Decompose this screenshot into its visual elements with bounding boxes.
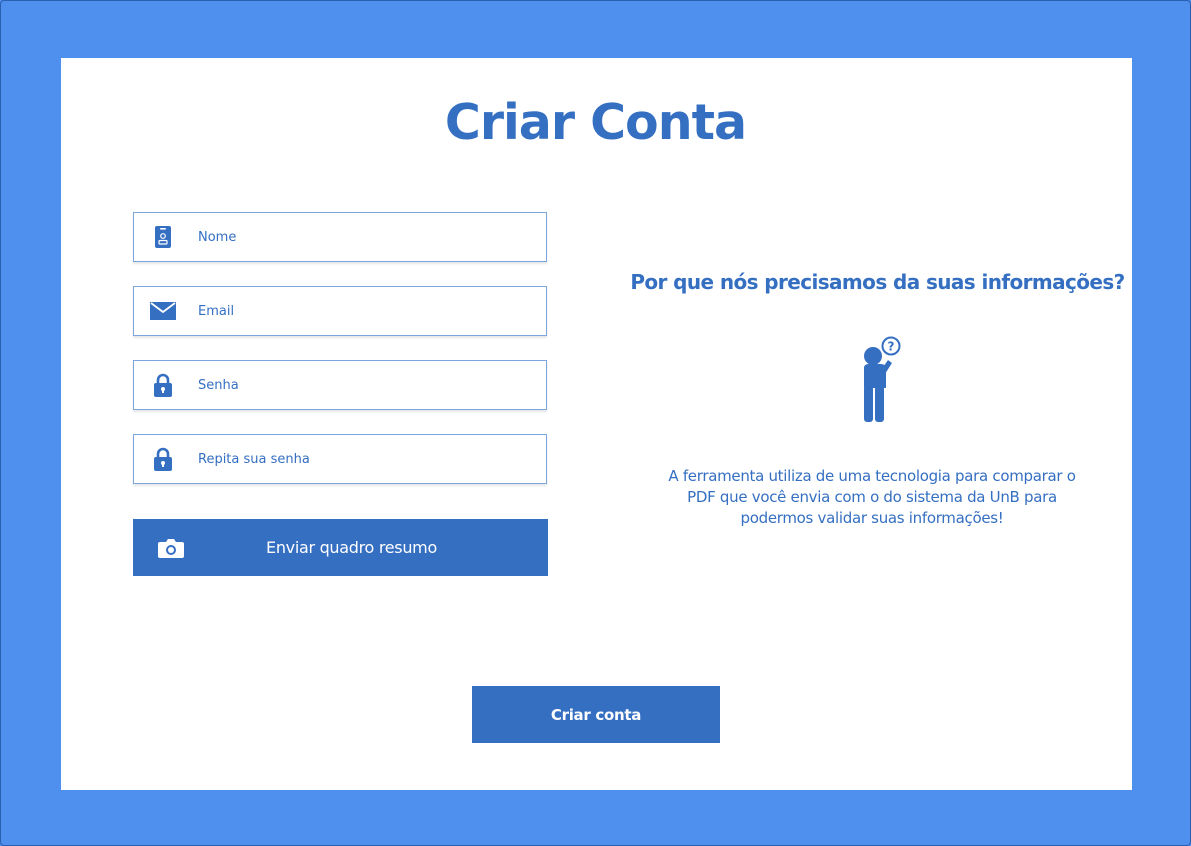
id-badge-icon [150,225,176,249]
info-text: A ferramenta utiliza de uma tecnologia p… [668,467,1076,527]
page-title: Criar Conta [444,94,747,151]
signup-card [61,58,1132,790]
confirm-password-input[interactable] [198,435,528,483]
confirm-password-field[interactable] [133,434,547,484]
name-field[interactable] [133,212,547,262]
password-input[interactable] [198,361,528,409]
envelope-icon [150,299,176,323]
name-input[interactable] [198,213,528,261]
email-field[interactable] [133,286,547,336]
lock-icon [150,447,176,471]
password-field[interactable] [133,360,547,410]
svg-text:?: ? [888,340,895,354]
upload-summary-label: Enviar quadro resumo [266,538,437,557]
upload-summary-button[interactable]: Enviar quadro resumo [133,519,548,576]
email-input[interactable] [198,287,528,335]
info-heading: Por que nós precisamos da suas informaçõ… [630,270,1125,294]
lock-icon [150,373,176,397]
create-account-button[interactable]: Criar conta [472,686,720,743]
person-question-icon: ? [852,334,904,426]
